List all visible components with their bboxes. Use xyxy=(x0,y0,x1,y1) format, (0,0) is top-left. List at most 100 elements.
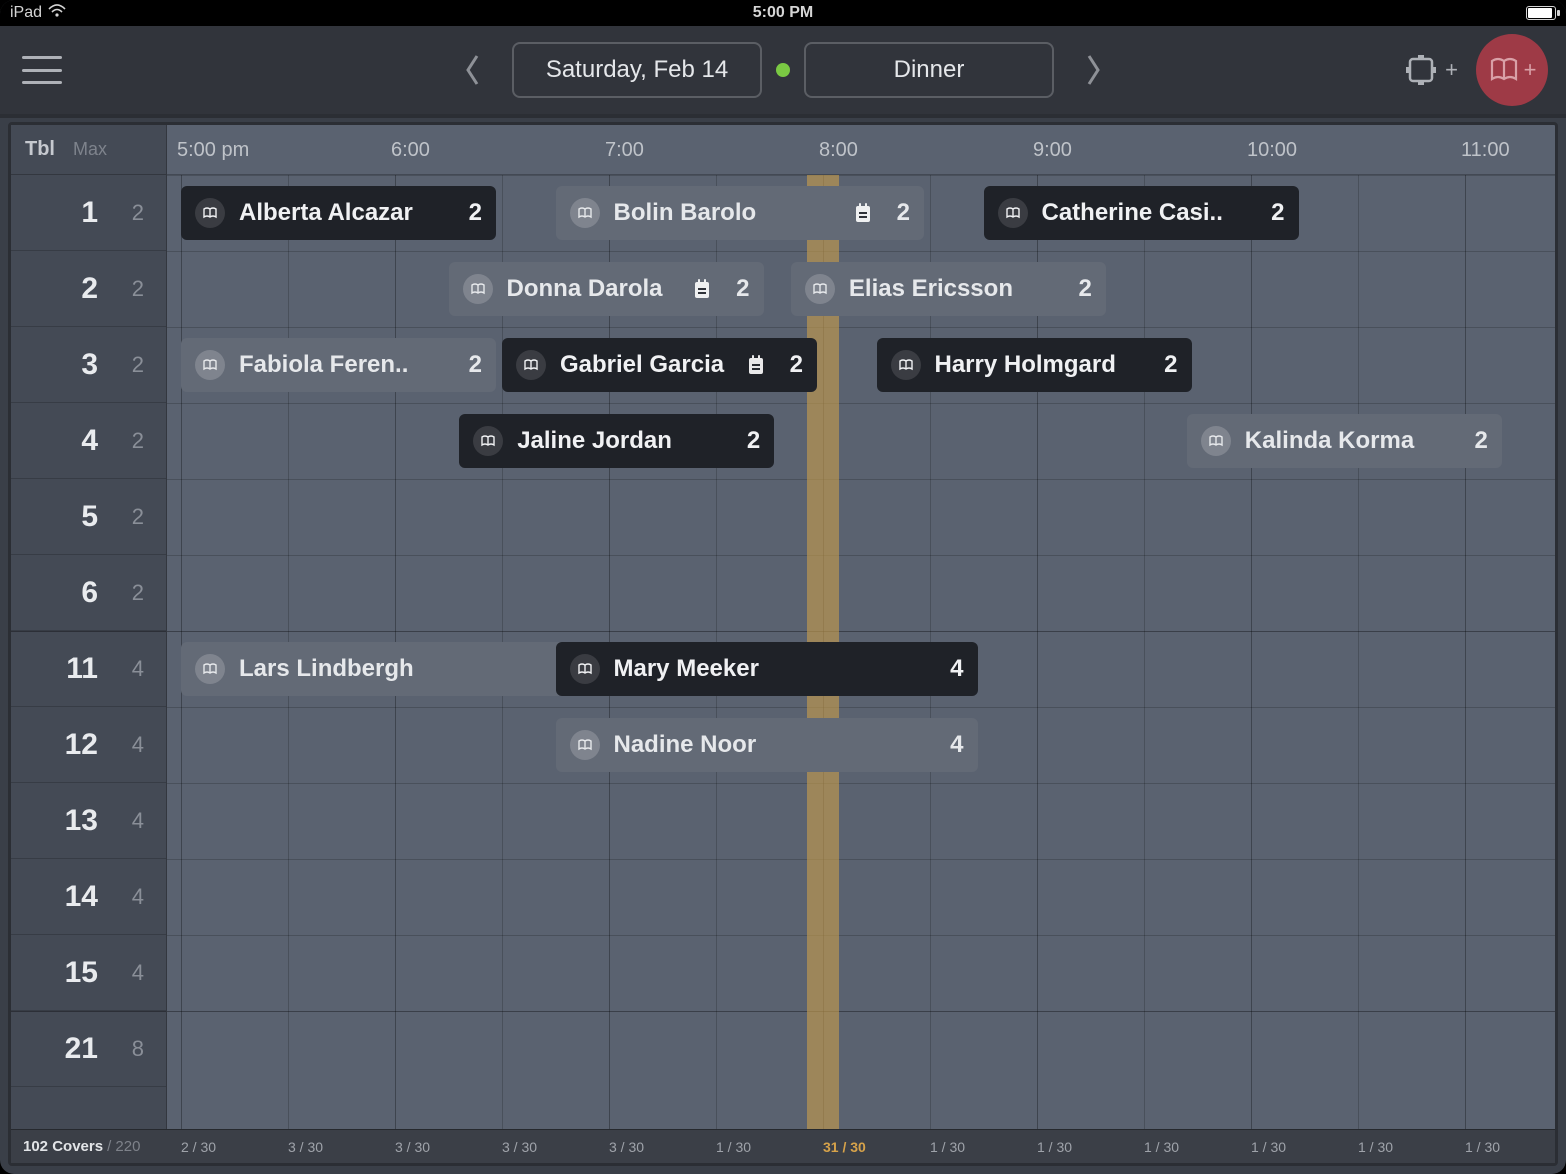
gridline-horizontal xyxy=(167,175,1555,176)
table-number: 14 xyxy=(52,880,98,914)
table-row[interactable]: 13 4 xyxy=(11,783,166,859)
time-header: 5:00 pm6:007:008:009:0010:0011:00 xyxy=(167,125,1555,175)
schedule-panel: Tbl Max 122232425262114124134144154218 5… xyxy=(8,122,1558,1166)
reservation-block[interactable]: Kalinda Korma2 xyxy=(1187,414,1502,468)
cover-slot: 1 / 30 xyxy=(716,1130,751,1163)
reservation-block[interactable]: Fabiola Feren.. 2 xyxy=(181,338,496,392)
table-row[interactable]: 52 xyxy=(11,479,166,555)
meal-picker-button[interactable]: Dinner xyxy=(804,42,1054,98)
time-tick: 7:00 xyxy=(605,125,644,175)
table-capacity: 8 xyxy=(120,1036,144,1062)
reservation-block[interactable]: Bolin Barolo 2 xyxy=(556,186,925,240)
book-icon xyxy=(195,198,225,228)
cover-slot: 1 / 30 xyxy=(930,1130,965,1163)
table-capacity: 2 xyxy=(120,276,144,302)
table-row[interactable]: 12 xyxy=(11,175,166,251)
table-number: 3 xyxy=(52,348,98,382)
party-size: 4 xyxy=(940,731,963,759)
table-capacity: 2 xyxy=(120,580,144,606)
plus-icon: + xyxy=(1445,57,1458,83)
table-number: 1 xyxy=(52,196,98,230)
cover-slot: 1 / 30 xyxy=(1251,1130,1286,1163)
reservation-block[interactable]: Nadine Noor4 xyxy=(556,718,978,772)
guest-name: Alberta Alcazar xyxy=(239,199,445,227)
table-capacity: 4 xyxy=(120,656,144,682)
prev-button[interactable] xyxy=(448,42,498,98)
add-table-button[interactable]: + xyxy=(1403,52,1458,88)
guest-name: Gabriel Garcia xyxy=(560,351,732,379)
timeline[interactable]: 5:00 pm6:007:008:009:0010:0011:00 Albert… xyxy=(167,125,1555,1129)
party-size: 2 xyxy=(1069,275,1092,303)
book-icon xyxy=(570,654,600,684)
max-header: Max xyxy=(73,139,107,160)
time-tick: 11:00 xyxy=(1461,125,1510,175)
table-number: 13 xyxy=(52,804,98,838)
reservation-block[interactable]: Gabriel Garcia 2 xyxy=(502,338,817,392)
covers-total: / 220 xyxy=(107,1138,140,1155)
cover-slot: 31 / 30 xyxy=(823,1130,866,1163)
reservation-block[interactable]: Donna Darola2 xyxy=(449,262,764,316)
next-button[interactable] xyxy=(1068,42,1118,98)
date-picker-button[interactable]: Saturday, Feb 14 xyxy=(512,42,762,98)
cover-slot: 1 / 30 xyxy=(1465,1130,1500,1163)
guest-name: Elias Ericsson xyxy=(849,275,1055,303)
party-size: 2 xyxy=(459,199,482,227)
table-row[interactable]: 144 xyxy=(11,859,166,935)
gridline-vertical xyxy=(1358,175,1359,1129)
party-size: 2 xyxy=(459,351,482,379)
reservation-block[interactable]: Jaline Jordan2 xyxy=(459,414,774,468)
book-icon xyxy=(195,350,225,380)
menu-button[interactable] xyxy=(18,50,66,90)
gridline-horizontal xyxy=(167,1011,1555,1012)
reservation-block[interactable]: Lars Lindbergh4 xyxy=(181,642,603,696)
guest-name: Bolin Barolo xyxy=(614,199,839,227)
date-label: Saturday, Feb 14 xyxy=(546,56,728,84)
time-tick: 8:00 xyxy=(819,125,858,175)
reservation-block[interactable]: Alberta Alcazar 2 xyxy=(181,186,496,240)
gridline-horizontal xyxy=(167,631,1555,632)
party-size: 2 xyxy=(780,351,803,379)
reservation-block[interactable]: Harry Holmgard2 xyxy=(877,338,1192,392)
party-size: 2 xyxy=(1261,199,1284,227)
table-row[interactable]: 114 xyxy=(11,631,166,707)
table-number: 5 xyxy=(52,500,98,534)
table-row[interactable]: 32 xyxy=(11,327,166,403)
table-capacity: 2 xyxy=(120,428,144,454)
book-icon xyxy=(516,350,546,380)
grid-body[interactable]: Alberta Alcazar2Bolin Barolo2Catherine C… xyxy=(167,175,1555,1129)
footer-slots: 2 / 303 / 303 / 303 / 303 / 301 / 3031 /… xyxy=(167,1130,1555,1163)
status-dot-icon xyxy=(776,63,790,77)
book-icon xyxy=(1201,426,1231,456)
reservation-block[interactable]: Catherine Casi..2 xyxy=(984,186,1299,240)
book-icon xyxy=(570,730,600,760)
table-number: 12 xyxy=(52,728,98,762)
reservation-block[interactable]: Mary Meeker4 xyxy=(556,642,978,696)
table-capacity: 2 xyxy=(120,200,144,226)
table-capacity: 4 xyxy=(120,808,144,834)
guest-name: Donna Darola xyxy=(507,275,679,303)
party-size: 4 xyxy=(940,655,963,683)
add-reservation-button[interactable]: + xyxy=(1476,34,1548,106)
reservation-block[interactable]: Elias Ericsson 2 xyxy=(791,262,1106,316)
book-icon xyxy=(805,274,835,304)
party-size: 2 xyxy=(887,199,910,227)
wifi-icon xyxy=(48,4,66,23)
book-icon xyxy=(891,350,921,380)
book-icon xyxy=(1488,54,1520,86)
book-icon xyxy=(463,274,493,304)
gridline-vertical xyxy=(1251,175,1252,1129)
table-row[interactable]: 62 xyxy=(11,555,166,631)
gridline-horizontal xyxy=(167,403,1555,404)
ios-status-bar: iPad 5:00 PM xyxy=(0,0,1566,26)
note-icon xyxy=(853,202,873,224)
table-row[interactable]: 124 xyxy=(11,707,166,783)
table-row[interactable]: 22 xyxy=(11,251,166,327)
table-row[interactable]: 218 xyxy=(11,1011,166,1087)
table-row[interactable]: 42 xyxy=(11,403,166,479)
gridline-horizontal xyxy=(167,859,1555,860)
gridline-vertical xyxy=(1465,175,1466,1129)
meal-label: Dinner xyxy=(894,56,965,84)
guest-name: Fabiola Feren.. xyxy=(239,351,445,379)
table-row[interactable]: 154 xyxy=(11,935,166,1011)
table-number: 4 xyxy=(52,424,98,458)
